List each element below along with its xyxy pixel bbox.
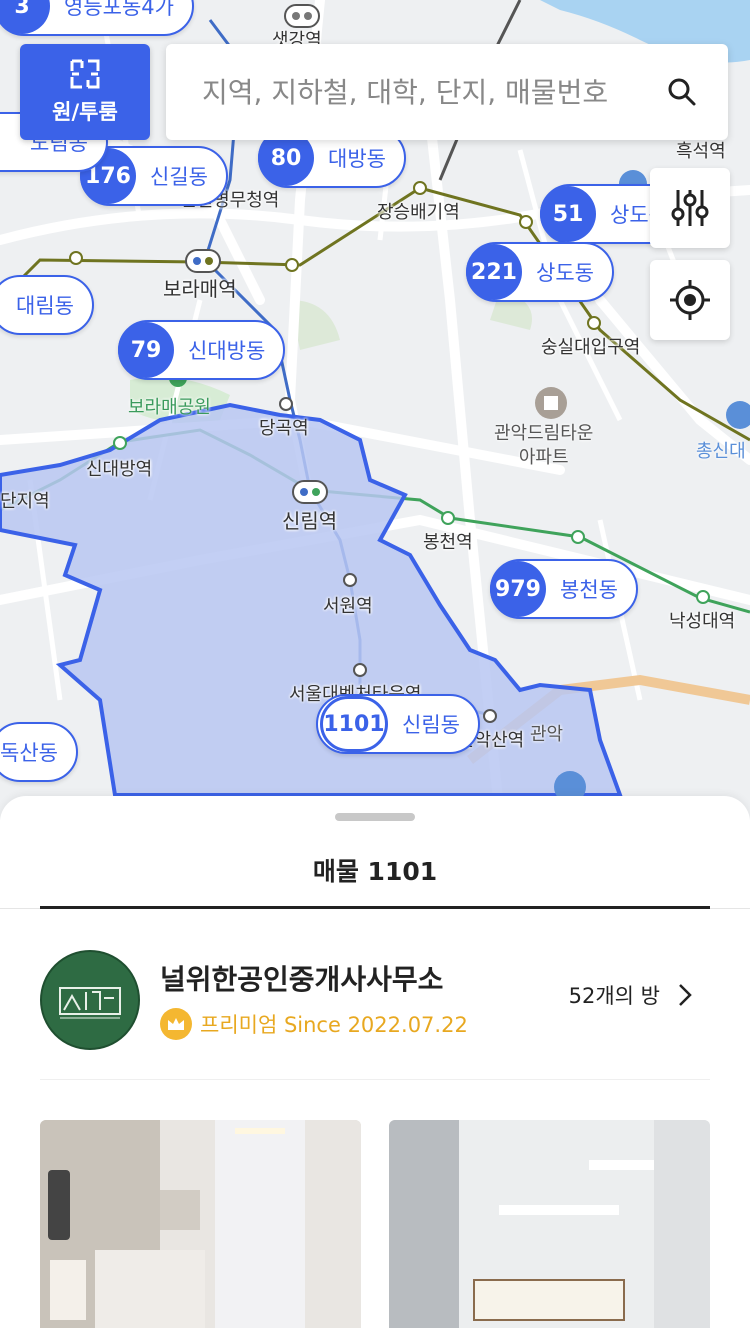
room-type-label: 원/투룸 (52, 100, 118, 124)
tab-indicator (40, 906, 710, 909)
listing-bottom-sheet[interactable]: 매물 1101 널위한공인중개사사무소 프리미엄 Since 2022.07.2… (0, 796, 750, 1328)
premium-badge: 프리미엄 Since 2022.07.22 (160, 1008, 468, 1040)
filter-sliders-icon (671, 190, 709, 226)
divider (40, 1079, 710, 1080)
filter-button[interactable] (650, 168, 730, 248)
cluster-name: 상도동 (536, 261, 594, 285)
cluster-name: 영등포동4가 (64, 0, 174, 19)
cluster-marker[interactable]: 221 상도동 (466, 242, 614, 302)
cluster-name: 신대방동 (188, 339, 266, 363)
station-label[interactable]: 봉천역 (423, 528, 473, 554)
cluster-count: 1101 (320, 696, 388, 752)
listing-photo[interactable] (389, 1120, 710, 1328)
station-label[interactable]: 신대방역 (86, 455, 152, 481)
cluster-name: 대림동 (16, 294, 74, 318)
cluster-marker[interactable]: 979 봉천동 (490, 559, 638, 619)
cluster-marker[interactable]: 독산동 (0, 722, 78, 782)
cluster-name: 신길동 (150, 165, 208, 189)
room-type-button[interactable]: 원/투룸 (20, 44, 150, 140)
station-label[interactable]: 숭실대입구역 (541, 333, 640, 359)
search-icon[interactable] (666, 76, 698, 108)
station-label[interactable]: 흑석역 (676, 137, 726, 163)
cluster-name: 독산동 (0, 741, 58, 765)
crosshair-location-icon (670, 280, 710, 320)
cluster-count: 79 (118, 322, 174, 378)
crown-icon (160, 1008, 192, 1040)
station-label[interactable]: 신림역 (282, 505, 337, 534)
room-count-link[interactable]: 52개의 방 (569, 980, 692, 1010)
search-input[interactable] (200, 74, 644, 110)
room-layout-icon (70, 59, 100, 89)
cluster-marker-selected[interactable]: 1101 신림동 (316, 694, 480, 754)
poi-label: 총신대 (696, 441, 746, 462)
apartment-label: 관악드림타운 아파트 (494, 423, 594, 468)
station-label[interactable]: 낙성대역 (669, 607, 735, 633)
listing-count-tab[interactable]: 매물 1101 (0, 852, 750, 888)
cluster-count: 3 (0, 0, 50, 34)
sheet-drag-handle[interactable] (335, 813, 415, 821)
premium-since-text: 프리미엄 Since 2022.07.22 (200, 1013, 468, 1037)
agency-logo (40, 950, 140, 1050)
park-label: 보라매공원 (128, 397, 211, 418)
agency-card[interactable]: 널위한공인중개사사무소 프리미엄 Since 2022.07.22 52개의 방 (40, 950, 710, 1050)
cluster-marker[interactable]: 3 영등포동4가 (0, 0, 194, 36)
cluster-marker[interactable]: 79 신대방동 (118, 320, 286, 380)
chevron-right-icon (679, 984, 692, 1006)
agency-name: 널위한공인중개사사무소 (160, 963, 444, 996)
cluster-name: 신림동 (402, 713, 460, 737)
cluster-count: 221 (466, 244, 522, 300)
cluster-marker[interactable]: 대림동 (0, 275, 94, 335)
cluster-count: 51 (540, 186, 596, 242)
station-label[interactable]: 당곡역 (259, 414, 309, 440)
cluster-count: 979 (490, 561, 546, 617)
room-count-text: 52개의 방 (568, 984, 660, 1008)
station-label[interactable]: 장승배기역 (377, 198, 460, 224)
station-label[interactable]: 보라매역 (163, 273, 237, 302)
cluster-name: 봉천동 (560, 578, 618, 602)
station-label[interactable]: 단지역 (0, 487, 50, 513)
poi-label: 관악 (530, 724, 564, 745)
current-location-button[interactable] (650, 260, 730, 340)
cluster-name: 대방동 (328, 147, 386, 171)
listing-photo[interactable] (40, 1120, 361, 1328)
search-bar[interactable] (166, 44, 728, 140)
station-label[interactable]: 서원역 (323, 592, 373, 618)
